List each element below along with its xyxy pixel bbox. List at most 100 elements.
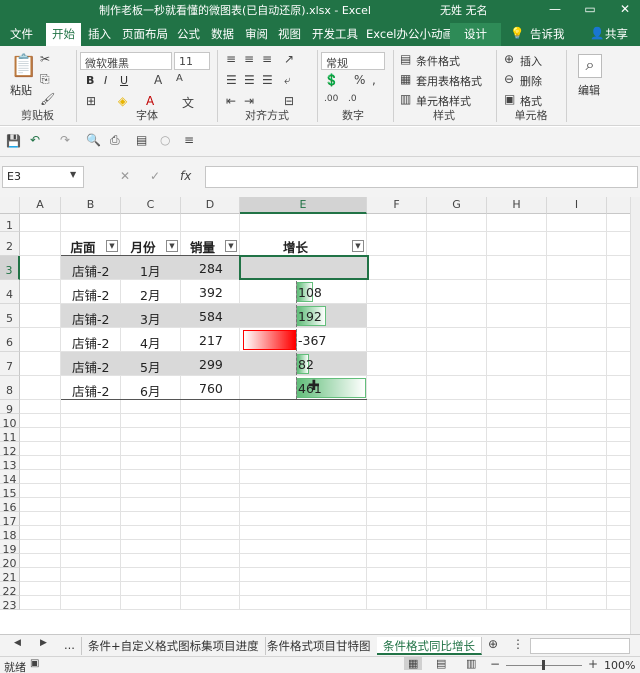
sheet-tab-more[interactable]: ...: [58, 637, 82, 655]
column-header-h[interactable]: H: [487, 197, 547, 214]
row-header-10[interactable]: 10: [0, 414, 20, 430]
align-top-icon[interactable]: ≡: [226, 52, 236, 66]
delete-cells-icon[interactable]: ⊖: [504, 72, 514, 86]
row-header-2[interactable]: 2: [0, 232, 20, 256]
tab-insert[interactable]: 插入: [88, 26, 111, 42]
close-button[interactable]: ✕: [610, 0, 640, 20]
growth-cell[interactable]: 82: [298, 357, 314, 372]
macro-record-icon[interactable]: ▣: [30, 658, 39, 669]
format-cells-icon[interactable]: ▣: [504, 92, 515, 106]
row-header-22[interactable]: 22: [0, 582, 20, 598]
align-left-icon[interactable]: ☰: [226, 73, 237, 87]
number-format-select[interactable]: 常规: [321, 52, 385, 70]
print-preview-icon[interactable]: 🔍: [86, 133, 101, 147]
border-icon[interactable]: ⊞: [86, 94, 96, 108]
row-header-7[interactable]: 7: [0, 352, 20, 376]
circle-icon[interactable]: ○: [160, 133, 170, 147]
filter-dropdown-icon[interactable]: ▼: [225, 240, 237, 252]
minimize-button[interactable]: —: [540, 0, 570, 20]
confirm-entry-icon[interactable]: ✓: [150, 169, 160, 183]
row-header-8[interactable]: 8: [0, 376, 20, 400]
underline-button[interactable]: U: [120, 74, 128, 87]
filter-dropdown-icon[interactable]: ▼: [106, 240, 118, 252]
save-icon[interactable]: 💾: [6, 134, 21, 148]
growth-cell[interactable]: -367: [298, 333, 326, 348]
conditional-format-icon[interactable]: ▤: [400, 52, 411, 66]
tab-data[interactable]: 数据: [211, 26, 234, 42]
user-name[interactable]: 无姓 无名: [440, 2, 488, 18]
column-header-g[interactable]: G: [427, 197, 487, 214]
insert-cells-button[interactable]: 插入: [520, 53, 542, 69]
chevron-down-icon[interactable]: ▼: [70, 170, 76, 179]
search-icon[interactable]: ⌕: [578, 54, 602, 78]
column-header-d[interactable]: D: [181, 197, 240, 214]
paste-icon[interactable]: 📋: [10, 54, 37, 79]
font-size-select[interactable]: 11: [174, 52, 210, 70]
prev-sheet-icon[interactable]: ◀: [14, 638, 21, 648]
sheet-tab-progress[interactable]: 条件+自定义格式图标集项目进度: [82, 637, 266, 655]
tell-me[interactable]: 告诉我: [530, 26, 565, 42]
month-cell[interactable]: 1月: [140, 261, 160, 280]
column-header-i[interactable]: I: [547, 197, 607, 214]
percent-icon[interactable]: %: [354, 73, 365, 87]
column-header-c[interactable]: C: [121, 197, 181, 214]
grow-font-icon[interactable]: A: [154, 73, 162, 87]
row-header-14[interactable]: 14: [0, 470, 20, 486]
filter-dropdown-icon[interactable]: ▼: [352, 240, 364, 252]
italic-button[interactable]: I: [104, 74, 107, 87]
increase-decimal-icon[interactable]: .00: [324, 94, 338, 104]
row-header-3[interactable]: 3: [0, 256, 20, 280]
tab-page-layout[interactable]: 页面布局: [122, 26, 168, 42]
tab-design[interactable]: 设计: [450, 23, 501, 46]
format-painter-icon[interactable]: 🖌: [40, 92, 55, 106]
store-cell[interactable]: 店铺-2: [72, 309, 109, 328]
currency-icon[interactable]: 💲: [324, 73, 339, 87]
month-cell[interactable]: 2月: [140, 285, 160, 304]
filter-dropdown-icon[interactable]: ▼: [166, 240, 178, 252]
tab-formulas[interactable]: 公式: [177, 26, 200, 42]
increase-indent-icon[interactable]: ⇥: [244, 94, 254, 108]
column-header-e[interactable]: E: [240, 197, 367, 214]
column-header-b[interactable]: B: [61, 197, 121, 214]
zoom-in-icon[interactable]: +: [588, 657, 598, 671]
sales-cell[interactable]: 217: [199, 333, 223, 348]
month-cell[interactable]: 3月: [140, 309, 160, 328]
restore-button[interactable]: ▭: [575, 0, 605, 20]
customize-qat-icon[interactable]: ≡: [184, 133, 194, 147]
zoom-slider-thumb[interactable]: [542, 660, 545, 670]
row-header-15[interactable]: 15: [0, 484, 20, 500]
active-cell-e3[interactable]: [239, 255, 369, 280]
undo-icon[interactable]: ↶: [30, 133, 40, 147]
tab-excel-animation[interactable]: Excel办公小动画: [366, 26, 454, 42]
tab-developer[interactable]: 开发工具: [312, 26, 358, 42]
align-right-icon[interactable]: ☰: [262, 73, 273, 87]
shrink-font-icon[interactable]: A: [176, 73, 183, 84]
row-header-11[interactable]: 11: [0, 428, 20, 444]
copy-icon[interactable]: ⎘: [40, 72, 50, 87]
editing-button[interactable]: 编辑: [578, 82, 600, 98]
share-button[interactable]: 共享: [605, 26, 628, 42]
sales-cell[interactable]: 584: [199, 309, 223, 324]
row-header-23[interactable]: 23: [0, 596, 20, 612]
paste-label[interactable]: 粘贴: [10, 82, 32, 98]
bold-button[interactable]: B: [86, 74, 94, 87]
store-cell[interactable]: 店铺-2: [72, 357, 109, 376]
page-layout-view-icon[interactable]: ▤: [436, 657, 446, 670]
growth-cell[interactable]: 192: [298, 309, 322, 324]
select-all-corner[interactable]: [0, 197, 20, 214]
fill-color-icon[interactable]: ◈: [118, 94, 127, 108]
sheet-tab-gantt[interactable]: 条件格式项目甘特图: [261, 637, 378, 655]
table-format-icon[interactable]: ▦: [400, 72, 411, 86]
insert-function-icon[interactable]: fx: [180, 169, 191, 183]
month-cell[interactable]: 4月: [140, 333, 160, 352]
delete-cells-button[interactable]: 删除: [520, 73, 542, 89]
row-header-20[interactable]: 20: [0, 554, 20, 570]
row-header-19[interactable]: 19: [0, 540, 20, 556]
align-center-icon[interactable]: ☰: [244, 73, 255, 87]
month-cell[interactable]: 5月: [140, 357, 160, 376]
vertical-scrollbar[interactable]: [630, 197, 640, 634]
more-sheets-icon[interactable]: ⋮: [512, 637, 524, 651]
store-cell[interactable]: 店铺-2: [72, 285, 109, 304]
font-family-select[interactable]: 微软雅黑: [80, 52, 172, 70]
print-icon[interactable]: ⎙: [110, 133, 120, 148]
